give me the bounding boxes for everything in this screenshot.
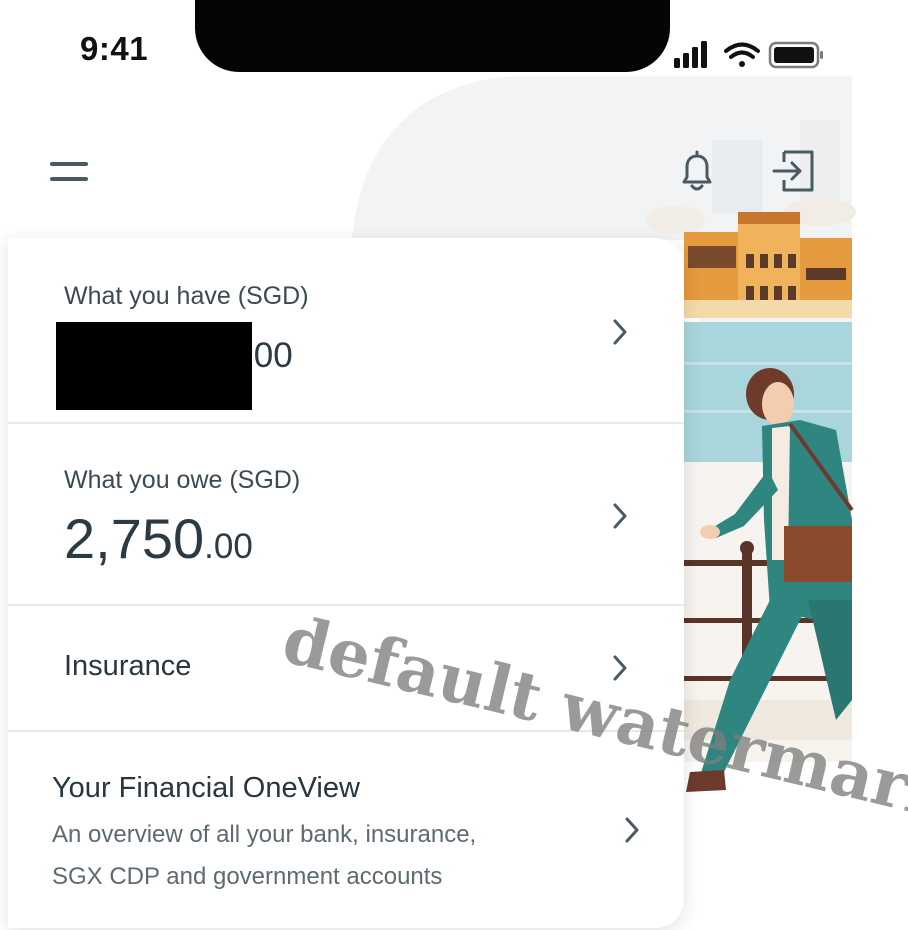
app-screen: 9:41 What you have (SGD) .00 What you ow…	[0, 0, 908, 930]
chevron-right-icon	[625, 817, 639, 843]
bell-icon[interactable]	[676, 148, 718, 194]
what-you-have-row[interactable]: What you have (SGD) .00	[8, 238, 684, 422]
menu-icon[interactable]	[50, 160, 88, 184]
what-you-owe-row[interactable]: What you owe (SGD) 2,750.00	[8, 424, 684, 604]
chevron-right-icon	[613, 319, 627, 345]
what-you-owe-amount: 2,750.00	[64, 506, 253, 571]
what-you-owe-label: What you owe (SGD)	[64, 466, 301, 494]
financial-oneview-row[interactable]: Your Financial OneView An overview of al…	[8, 732, 684, 928]
signal-icon	[674, 41, 707, 68]
device-notch	[195, 0, 670, 72]
insurance-row[interactable]: Insurance	[8, 606, 684, 730]
insurance-label: Insurance	[64, 650, 192, 682]
accounts-card: What you have (SGD) .00 What you owe (SG…	[8, 238, 684, 928]
amount-cents: .00	[204, 527, 253, 566]
chevron-right-icon	[613, 655, 627, 681]
battery-icon	[768, 41, 823, 69]
wifi-icon	[724, 42, 760, 67]
chevron-right-icon	[613, 503, 627, 529]
status-icons	[674, 41, 823, 69]
oneview-line-1: An overview of all your bank, insurance,	[52, 821, 477, 848]
amount-main: 2,750	[64, 507, 205, 570]
oneview-title: Your Financial OneView	[52, 772, 360, 804]
oneview-line-2: SGX CDP and government accounts	[52, 863, 443, 890]
what-you-have-label: What you have (SGD)	[64, 282, 309, 310]
redaction-block	[56, 322, 252, 410]
status-time: 9:41	[80, 30, 149, 67]
logout-icon[interactable]	[770, 148, 818, 194]
